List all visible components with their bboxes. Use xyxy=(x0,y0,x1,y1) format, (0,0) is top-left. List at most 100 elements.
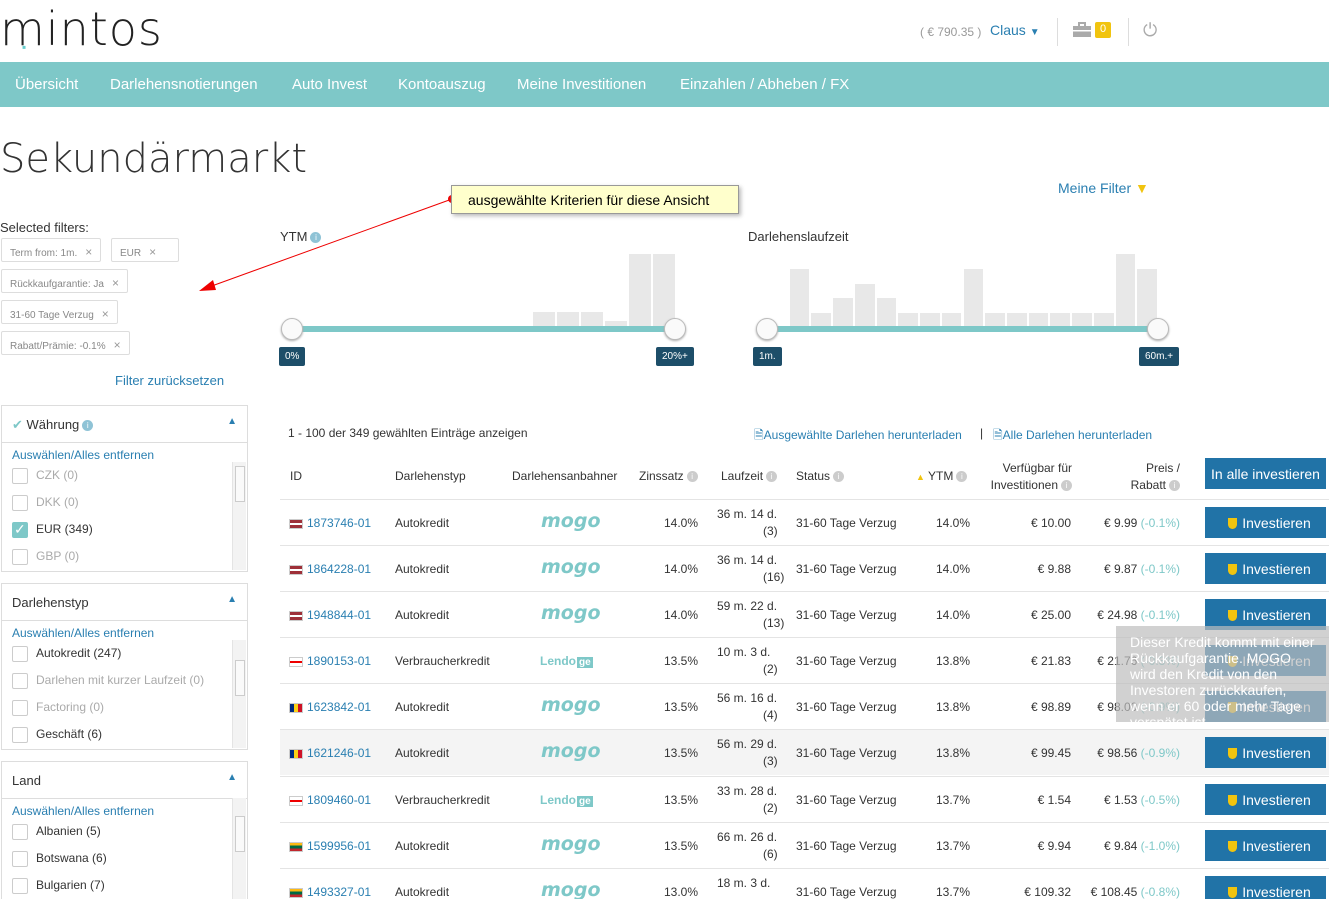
column-header-available[interactable]: Verfügbar für Investitionen i xyxy=(988,460,1072,494)
term-slider-max-handle[interactable] xyxy=(1147,318,1169,340)
my-filters-link[interactable]: Meine Filter ▼ xyxy=(1058,180,1149,196)
filter-option[interactable]: Botswana (6) xyxy=(2,846,247,873)
filter-option[interactable]: Autokredit (247) xyxy=(2,641,247,668)
panel-header[interactable]: Land ▲ xyxy=(2,762,247,799)
loan-id-link[interactable]: 1873746-01 xyxy=(289,516,371,530)
loan-id-link[interactable]: 1599956-01 xyxy=(289,839,371,853)
filter-option[interactable]: EUR (349) xyxy=(2,517,247,544)
user-menu[interactable]: Claus ▼ xyxy=(990,22,1040,38)
close-icon[interactable]: × xyxy=(112,276,119,290)
column-header-status[interactable]: Status i xyxy=(796,469,845,483)
scrollbar[interactable] xyxy=(232,798,246,899)
checkbox[interactable] xyxy=(12,824,28,840)
scrollbar[interactable] xyxy=(232,462,246,570)
loan-id-link[interactable]: 1623842-01 xyxy=(289,700,371,714)
column-header-ytm[interactable]: ▲ YTM i xyxy=(916,469,968,483)
filter-chip-buyback[interactable]: Rückkaufgarantie: Ja × xyxy=(1,269,128,293)
chevron-up-icon[interactable]: ▲ xyxy=(227,772,237,783)
filter-option[interactable]: DKK (0) xyxy=(2,490,247,517)
download-selected-link[interactable]: 🗎Ausgewählte Darlehen herunterladen xyxy=(754,426,962,447)
select-all-link[interactable]: Auswählen/Alles entfernen xyxy=(2,799,247,819)
nav-uebersicht[interactable]: Übersicht xyxy=(15,76,78,93)
scrollbar-thumb[interactable] xyxy=(235,466,245,502)
loan-id-link[interactable]: 1809460-01 xyxy=(289,793,371,807)
filter-chip-term[interactable]: Term from: 1m. × xyxy=(1,238,102,262)
filter-option[interactable]: Geschäft (6) xyxy=(2,722,247,749)
column-header-type[interactable]: Darlehenstyp xyxy=(395,469,466,483)
loan-id-link[interactable]: 1890153-01 xyxy=(289,654,371,668)
reset-filters-link[interactable]: Filter zurücksetzen xyxy=(115,373,224,388)
nav-einzahlen-abheben[interactable]: Einzahlen / Abheben / FX xyxy=(680,76,849,93)
table-row[interactable]: 1864228-01 Autokredit mogo 14.0% 36 m. 14 d.… xyxy=(280,545,1329,591)
nav-kontoauszug[interactable]: Kontoauszug xyxy=(398,76,486,93)
mintos-logo[interactable]: mintos ▪ xyxy=(0,2,163,56)
filter-option[interactable]: Albanien (5) xyxy=(2,819,247,846)
invest-button[interactable]: Investieren xyxy=(1205,784,1326,815)
checkbox[interactable] xyxy=(12,700,28,716)
panel-header[interactable]: Darlehenstyp ▲ xyxy=(2,584,247,621)
checkbox[interactable] xyxy=(12,468,28,484)
nav-auto-invest[interactable]: Auto Invest xyxy=(292,76,367,93)
ytm-slider-min-handle[interactable] xyxy=(281,318,303,340)
filter-chip-discount[interactable]: Rabatt/Prämie: -0.1% × xyxy=(1,331,130,355)
checkbox[interactable] xyxy=(12,878,28,894)
column-header-id[interactable]: ID xyxy=(290,469,302,483)
scrollbar[interactable] xyxy=(232,640,246,748)
checkbox[interactable] xyxy=(12,495,28,511)
checkbox[interactable] xyxy=(12,646,28,662)
scrollbar-thumb[interactable] xyxy=(235,816,245,852)
loan-id-link[interactable]: 1948844-01 xyxy=(289,608,371,622)
select-all-link[interactable]: Auswählen/Alles entfernen xyxy=(2,621,247,641)
download-all-link[interactable]: 🗎Alle Darlehen herunterladen xyxy=(993,426,1152,447)
close-icon[interactable]: × xyxy=(149,245,156,259)
checkbox[interactable] xyxy=(12,851,28,867)
close-icon[interactable]: × xyxy=(102,307,109,321)
invest-all-button[interactable]: In alle investieren xyxy=(1205,458,1326,489)
table-row[interactable]: 1599956-01 Autokredit mogo 13.5% 66 m. 26 d.… xyxy=(280,822,1329,868)
close-icon[interactable]: × xyxy=(85,245,92,259)
loan-id-link[interactable]: 1864228-01 xyxy=(289,562,371,576)
nav-meine-investitionen[interactable]: Meine Investitionen xyxy=(517,76,646,93)
table-row[interactable]: 1809460-01 Verbraucherkredit Lendo ge 13.5% 3… xyxy=(280,776,1329,822)
ytm-slider-track[interactable] xyxy=(292,326,676,332)
table-row[interactable]: 1493327-01 Autokredit mogo 13.0% 18 m. 3 d. 3… xyxy=(280,868,1329,899)
select-all-link[interactable]: Auswählen/Alles entfernen xyxy=(2,443,247,463)
panel-header[interactable]: ✔ Währung i ▲ xyxy=(2,406,247,443)
close-icon[interactable]: × xyxy=(114,338,121,352)
filter-chip-eur[interactable]: EUR × xyxy=(111,238,179,262)
filter-option[interactable]: CZK (0) xyxy=(2,463,247,490)
invest-button[interactable]: Investieren xyxy=(1205,830,1326,861)
invest-button[interactable]: Investieren xyxy=(1205,507,1326,538)
nav-darlehensnotierungen[interactable]: Darlehensnotierungen xyxy=(110,76,258,93)
invest-button[interactable]: Investieren xyxy=(1205,737,1326,768)
column-header-term[interactable]: Laufzeit i xyxy=(721,469,778,483)
scrollbar-thumb[interactable] xyxy=(235,660,245,696)
term-slider-track[interactable] xyxy=(767,326,1158,332)
checkbox[interactable] xyxy=(12,727,28,743)
column-header-price[interactable]: Preis / Rabatt i xyxy=(1120,460,1180,494)
loan-id: 1493327-01 xyxy=(307,885,372,899)
chevron-up-icon[interactable]: ▲ xyxy=(227,416,237,427)
filter-chip-late[interactable]: 31-60 Tage Verzug × xyxy=(1,300,118,324)
filter-option[interactable]: Darlehen mit kurzer Laufzeit (0) xyxy=(2,668,247,695)
term-slider-min-handle[interactable] xyxy=(756,318,778,340)
chevron-up-icon[interactable]: ▲ xyxy=(227,594,237,605)
invest-button[interactable]: Investieren xyxy=(1205,553,1326,584)
table-row[interactable]: 1873746-01 Autokredit mogo 14.0% 36 m. 14 d.… xyxy=(280,499,1329,545)
ytm-slider-max-handle[interactable] xyxy=(664,318,686,340)
column-header-rate[interactable]: Zinssatz i xyxy=(639,469,698,483)
filter-option[interactable]: GBP (0) xyxy=(2,544,247,571)
checkbox[interactable] xyxy=(12,673,28,689)
power-icon[interactable]: ⏻ xyxy=(1143,20,1157,41)
table-row[interactable]: 1621246-01 Autokredit mogo 13.5% 56 m. 29 d.… xyxy=(280,729,1329,775)
briefcase-icon[interactable] xyxy=(1072,22,1092,38)
invest-button[interactable]: Investieren xyxy=(1205,876,1326,899)
loan-id-link[interactable]: 1621246-01 xyxy=(289,746,371,760)
loan-id-link[interactable]: 1493327-01 xyxy=(289,885,371,899)
checkbox[interactable] xyxy=(12,549,28,565)
filter-option[interactable]: Bulgarien (7) xyxy=(2,873,247,899)
column-header-originator[interactable]: Darlehensanbahner xyxy=(512,469,617,483)
checkbox[interactable] xyxy=(12,521,28,538)
term-remaining: 33 m. 28 d. xyxy=(717,784,778,798)
filter-option[interactable]: Factoring (0) xyxy=(2,695,247,722)
